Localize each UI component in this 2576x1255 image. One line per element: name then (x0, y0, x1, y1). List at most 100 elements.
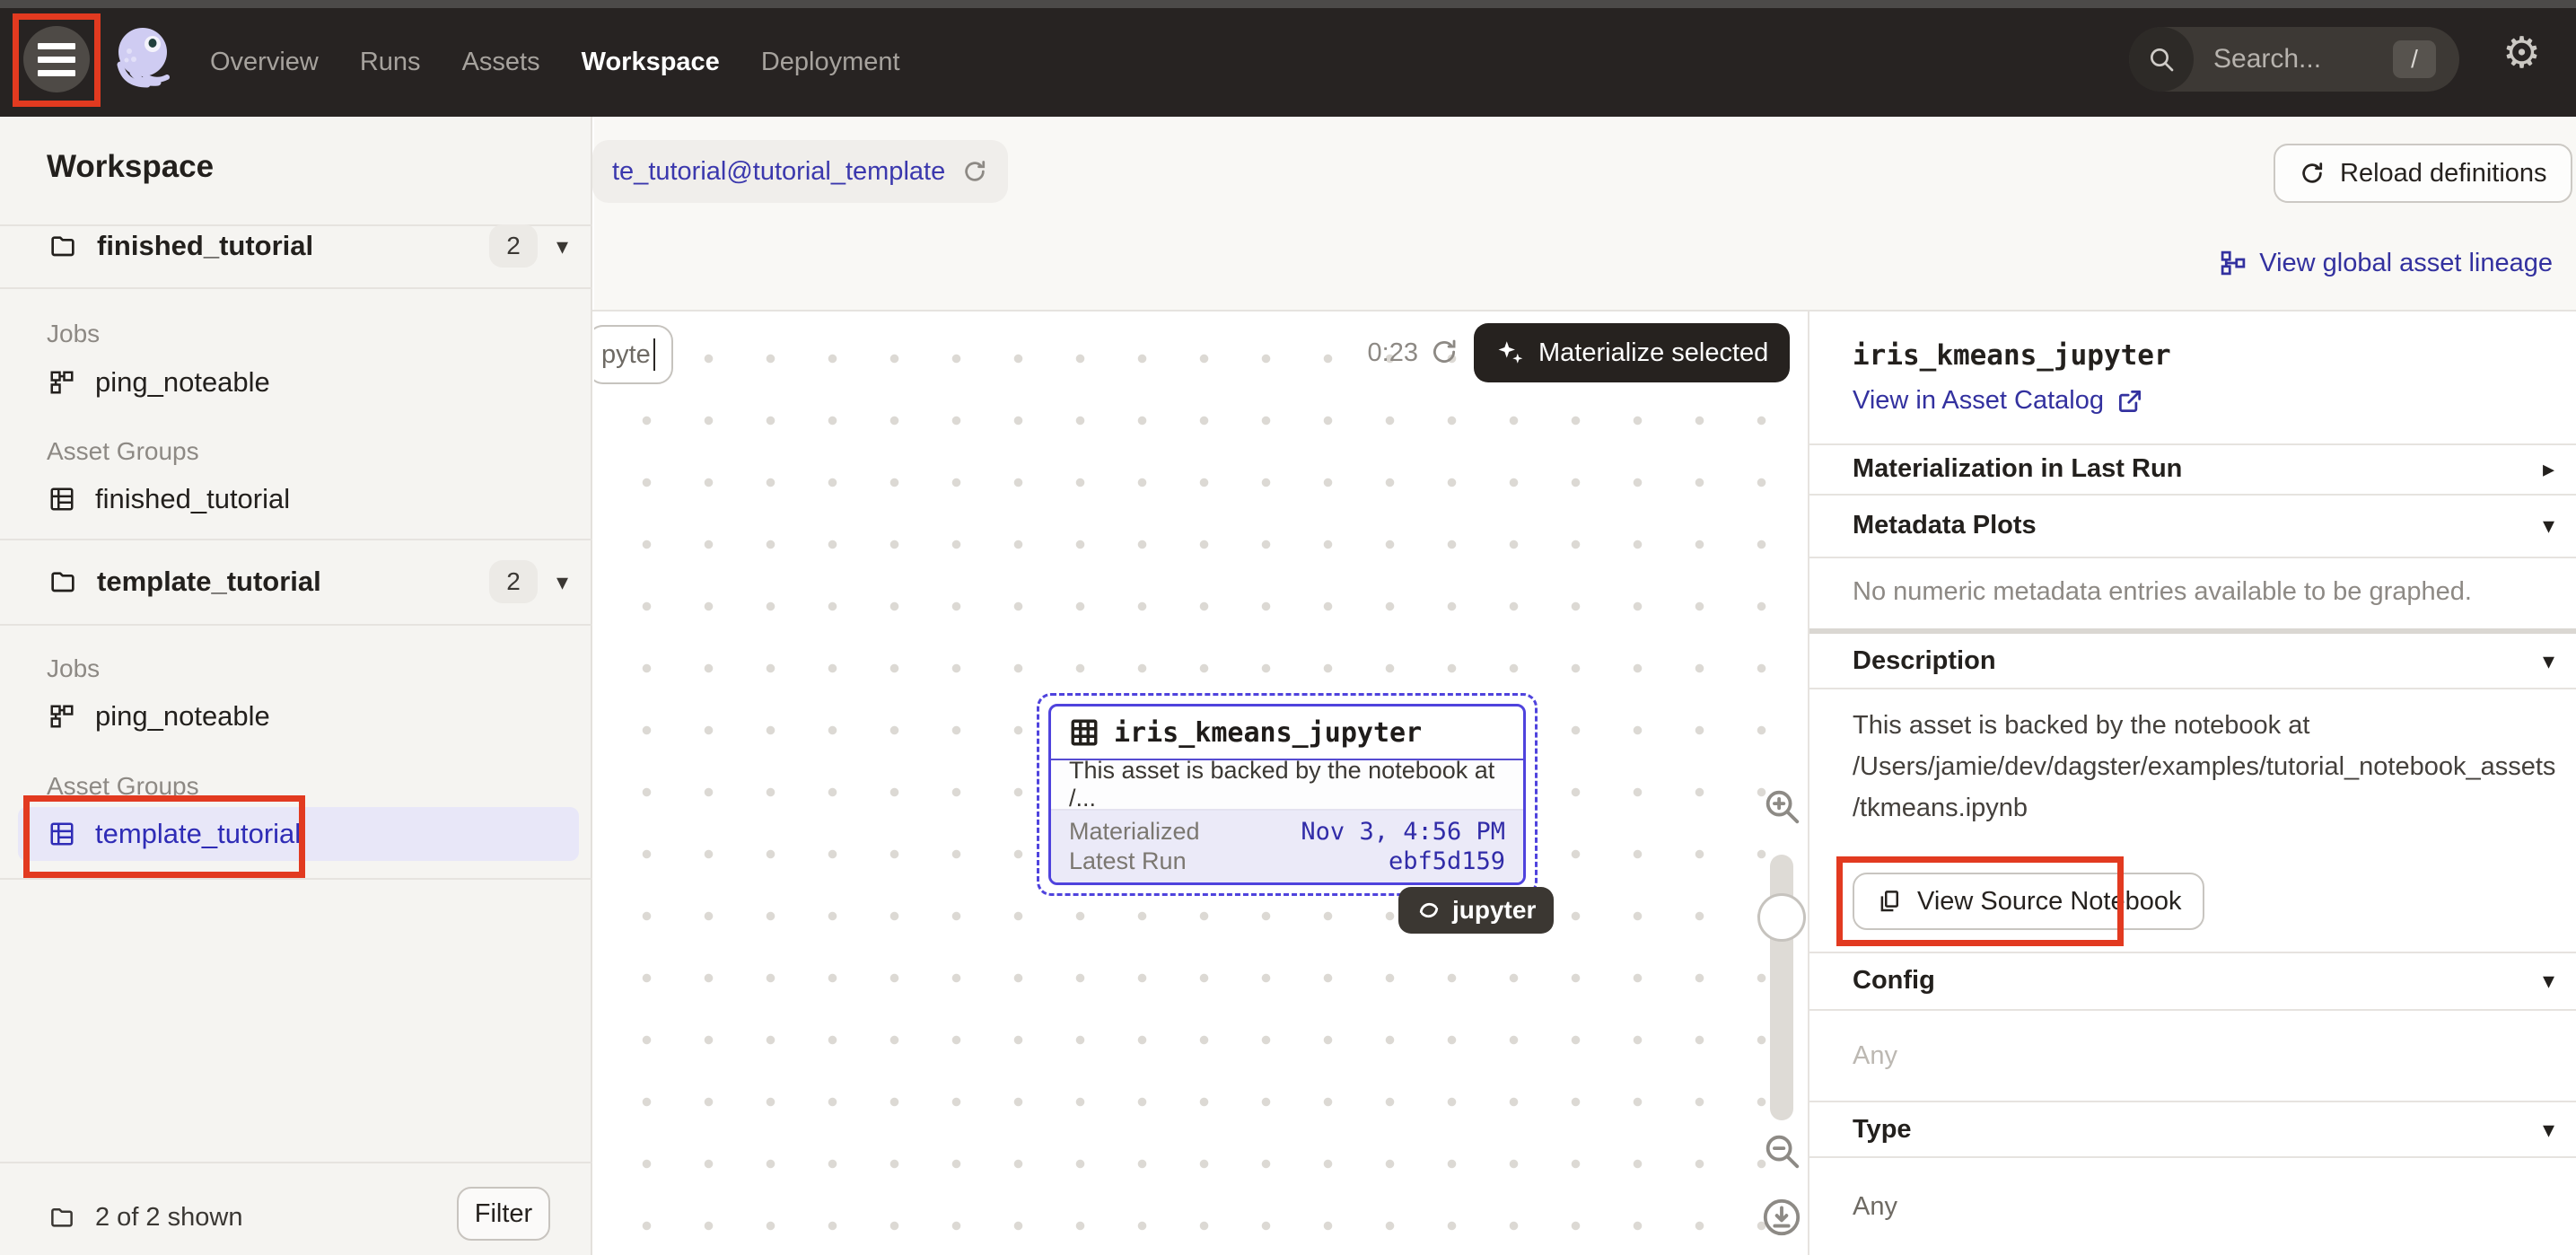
divider (1809, 628, 2576, 634)
reload-definitions-button[interactable]: Reload definitions (2274, 144, 2572, 203)
view-global-asset-lineage-label: View global asset lineage (2259, 249, 2553, 278)
gear-icon[interactable]: ⚙ (2502, 32, 2541, 75)
jobs-section-label: Jobs (47, 320, 100, 348)
graph-refresh-timer: 0:23 (1346, 338, 1418, 368)
divider (1809, 1009, 2576, 1011)
sidebar-item-group-finished-tutorial[interactable]: finished_tutorial (0, 472, 592, 526)
latest-run-row: Latest Run ebf5d159 (1069, 847, 1505, 875)
asset-graph-canvas[interactable]: pyte 0:23 Materialize selected (594, 312, 1808, 1255)
table-icon (1069, 717, 1100, 748)
latest-run-value[interactable]: ebf5d159 (1389, 847, 1505, 875)
divider (0, 878, 592, 880)
search-icon (2129, 27, 2194, 92)
type-label: Type (1853, 1115, 1912, 1145)
hamburger-menu-button[interactable] (23, 26, 90, 92)
code-location-tag[interactable]: te_tutorial@tutorial_template (592, 140, 1008, 203)
nav-assets[interactable]: Assets (462, 48, 540, 77)
nav-workspace[interactable]: Workspace (582, 48, 720, 77)
notebook-copy-icon (1876, 888, 1903, 915)
zoom-slider-handle[interactable] (1757, 893, 1806, 942)
asset-groups-section-label: Asset Groups (47, 437, 199, 466)
hamburger-bar (38, 57, 75, 63)
materialize-selected-button[interactable]: Materialize selected (1474, 323, 1790, 382)
repo-row-template-tutorial[interactable]: template_tutorial 2 ▾ (0, 551, 592, 612)
description-label: Description (1853, 646, 1996, 676)
materialize-selected-label: Materialize selected (1538, 338, 1768, 368)
graph-filter-chip-text: pyte (601, 340, 651, 370)
reload-icon (2299, 160, 2326, 187)
search-shortcut-badge: / (2393, 40, 2436, 78)
sidebar-item-job-ping-noteable[interactable]: ping_noteable (0, 355, 592, 409)
reload-location-icon[interactable] (961, 158, 988, 185)
type-value: Any (1853, 1192, 1897, 1222)
jupyter-tag-label: jupyter (1452, 896, 1536, 925)
view-global-asset-lineage-link[interactable]: View global asset lineage (2220, 244, 2553, 282)
metadata-plots-section[interactable]: Metadata Plots ▾ (1853, 500, 2554, 550)
view-source-notebook-label: View Source Notebook (1917, 887, 2181, 917)
divider (0, 624, 592, 626)
materialization-last-run-section[interactable]: Materialization in Last Run ▸ (1853, 443, 2554, 494)
sparkle-icon (1495, 338, 1526, 368)
jupyter-tag[interactable]: jupyter (1398, 887, 1554, 934)
nav-runs[interactable]: Runs (360, 48, 421, 77)
reload-definitions-label: Reload definitions (2340, 159, 2547, 189)
hamburger-bar (38, 43, 75, 49)
search-input[interactable]: Search... / (2129, 27, 2459, 92)
config-section[interactable]: Config ▾ (1853, 955, 2554, 1005)
asset-node-header: iris_kmeans_jupyter (1051, 706, 1523, 760)
repo-label: template_tutorial (97, 566, 321, 598)
chevron-down-icon: ▾ (2543, 647, 2554, 675)
download-graph-icon[interactable] (1761, 1197, 1802, 1238)
latest-run-label: Latest Run (1069, 847, 1187, 875)
metadata-plots-label: Metadata Plots (1853, 511, 2037, 540)
chevron-down-icon[interactable]: ▾ (556, 233, 568, 260)
primary-nav: Overview Runs Assets Workspace Deploymen… (210, 8, 900, 117)
chevron-down-icon[interactable]: ▾ (556, 568, 568, 596)
lineage-icon (2220, 250, 2247, 276)
divider (1809, 688, 2576, 689)
divider (1809, 557, 2576, 558)
view-in-asset-catalog-link[interactable]: View in Asset Catalog (1853, 386, 2143, 416)
code-location-label: te_tutorial@tutorial_template (612, 157, 945, 187)
view-source-notebook-button[interactable]: View Source Notebook (1853, 873, 2204, 930)
graph-filter-chip[interactable]: pyte (594, 325, 673, 384)
materialization-last-run-label: Materialization in Last Run (1853, 454, 2182, 484)
materialized-row: Materialized Nov 3, 4:56 PM (1069, 818, 1505, 846)
window-top-strip (0, 0, 2576, 8)
sidebar-item-job-ping-noteable[interactable]: ping_noteable (0, 689, 592, 743)
nav-overview[interactable]: Overview (210, 48, 319, 77)
description-text: This asset is backed by the notebook at … (1853, 705, 2560, 829)
job-icon (48, 703, 75, 730)
sidebar-item-label: ping_noteable (95, 366, 270, 399)
asset-node-footer: Materialized Nov 3, 4:56 PM Latest Run e… (1051, 811, 1523, 882)
job-icon (48, 369, 75, 396)
divider (0, 539, 592, 540)
view-in-asset-catalog-label: View in Asset Catalog (1853, 386, 2104, 416)
sidebar-item-label: finished_tutorial (95, 483, 290, 515)
asset-node-iris-kmeans-jupyter[interactable]: iris_kmeans_jupyter This asset is backed… (1048, 704, 1526, 885)
text-cursor (653, 338, 655, 371)
asset-group-icon (48, 486, 75, 513)
sidebar-item-label: ping_noteable (95, 700, 270, 733)
repo-row-finished-tutorial[interactable]: finished_tutorial 2 ▾ (0, 215, 592, 276)
type-section[interactable]: Type ▾ (1853, 1104, 2554, 1154)
jobs-section-label: Jobs (47, 654, 100, 683)
nav-deployment[interactable]: Deployment (761, 48, 900, 77)
panel-asset-title: iris_kmeans_jupyter (1853, 339, 2171, 372)
external-link-icon (2116, 388, 2143, 415)
divider (1809, 1101, 2576, 1102)
zoom-in-icon[interactable] (1761, 785, 1802, 827)
top-nav-bar: Overview Runs Assets Workspace Deploymen… (0, 0, 2576, 117)
divider (1809, 952, 2576, 953)
description-section[interactable]: Description ▾ (1853, 636, 2554, 686)
asset-node-title: iris_kmeans_jupyter (1114, 717, 1422, 749)
chevron-down-icon: ▾ (2543, 1116, 2554, 1144)
zoom-out-icon[interactable] (1761, 1130, 1802, 1172)
refresh-icon[interactable] (1429, 337, 1459, 367)
dagster-workspace-screen: Overview Runs Assets Workspace Deploymen… (0, 0, 2576, 1255)
hamburger-bar (38, 70, 75, 76)
sidebar-item-group-template-tutorial[interactable]: template_tutorial (18, 807, 579, 861)
chevron-down-icon: ▾ (2543, 512, 2554, 540)
filter-button[interactable]: Filter (457, 1187, 550, 1241)
config-label: Config (1853, 966, 1935, 996)
